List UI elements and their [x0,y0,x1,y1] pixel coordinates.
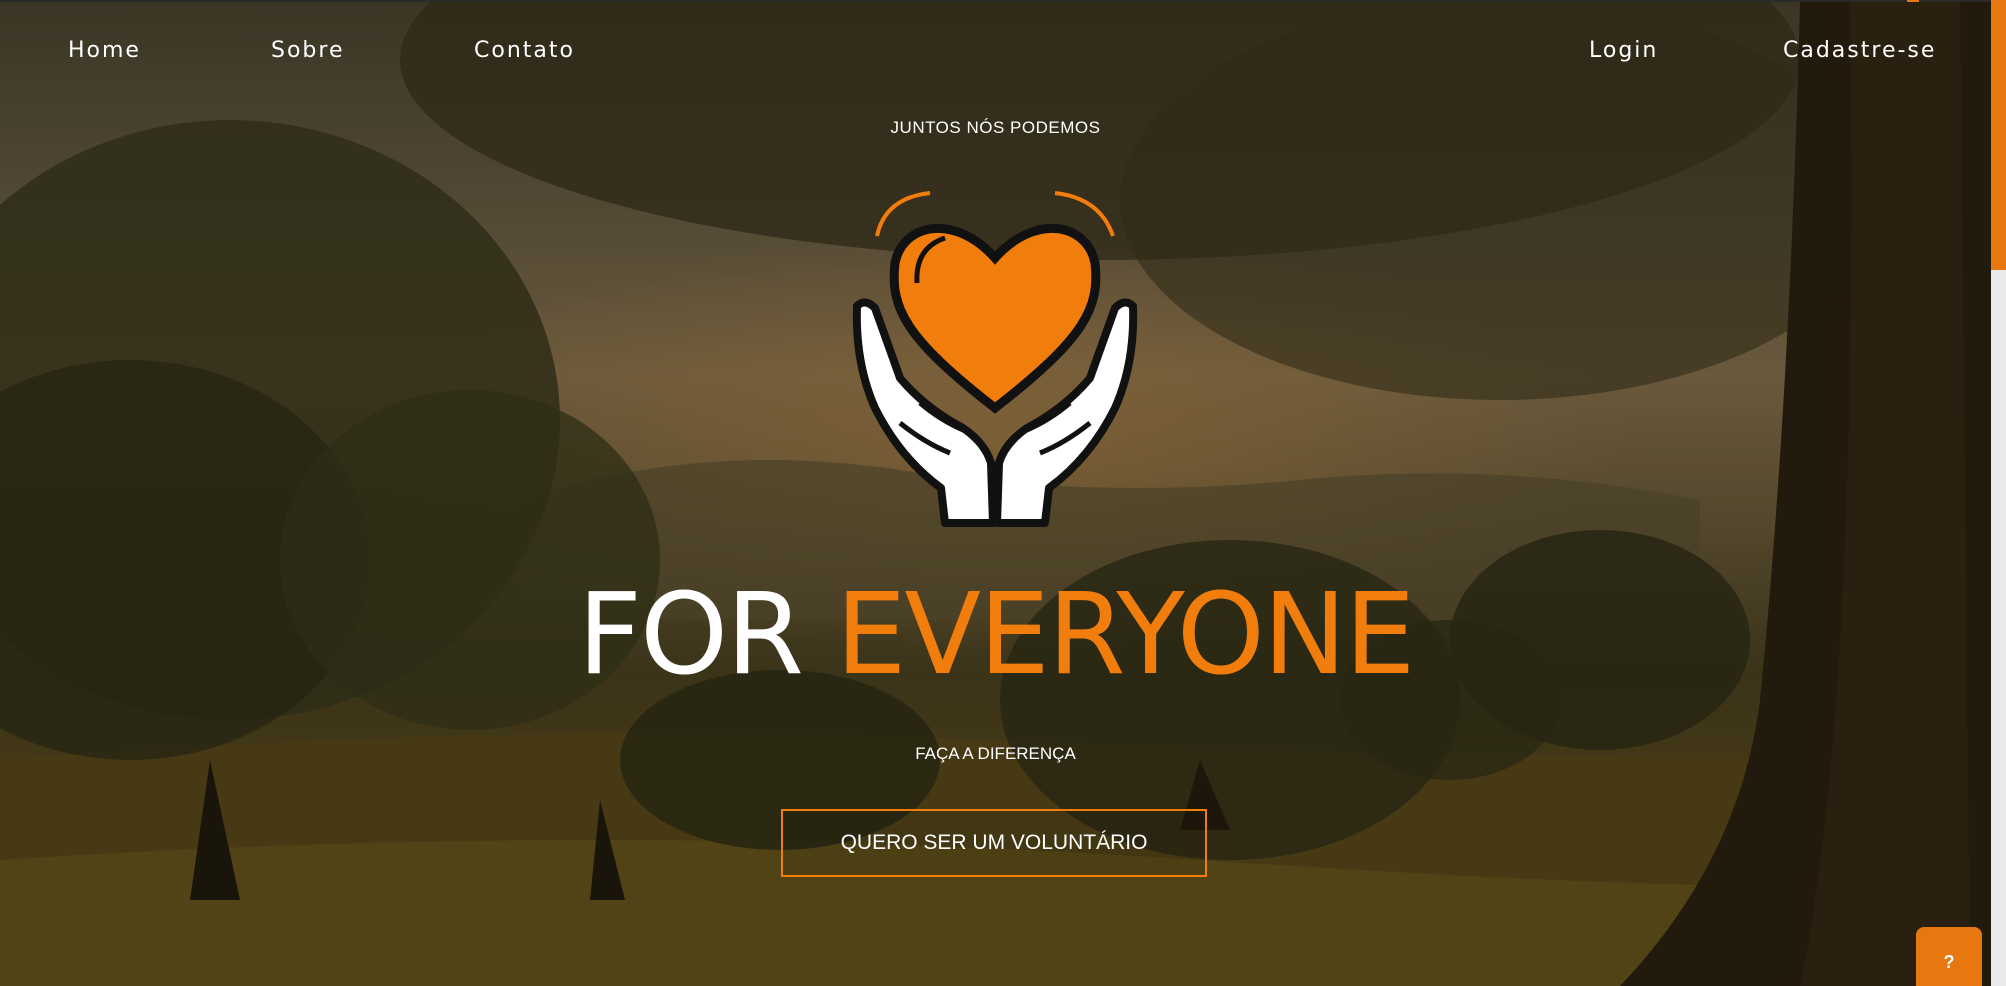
top-border [0,0,1991,2]
nav-signup-link[interactable]: Cadastre-se [1783,38,1936,63]
top-accent-mark [1907,0,1919,2]
scrollbar-thumb[interactable] [1991,0,2006,270]
brand-title-white: FOR [577,570,804,700]
hero-eyebrow: JUNTOS NÓS PODEMOS [890,118,1101,137]
help-button[interactable]: ? [1916,927,1982,986]
nav-login-link[interactable]: Login [1589,38,1658,63]
nav-sobre-link[interactable]: Sobre [271,38,345,63]
landing-page: Home Sobre Contato Login Cadastre-se JUN… [0,0,2006,986]
question-icon: ? [1943,951,1955,972]
volunteer-button[interactable]: QUERO SER UM VOLUNTÁRIO [781,809,1207,877]
volunteer-button-label: QUERO SER UM VOLUNTÁRIO [840,831,1148,854]
brand-title-orange: EVERYONE [835,570,1416,700]
brand-title: FOR EVERYONE [0,570,1991,700]
page-scrollbar[interactable] [1991,0,2006,986]
nav-contato-link[interactable]: Contato [474,38,575,63]
nav-home-link[interactable]: Home [68,38,141,63]
hero-subtitle: FAÇA A DIFERENÇA [915,744,1076,763]
heart-in-hands-icon [845,188,1145,533]
